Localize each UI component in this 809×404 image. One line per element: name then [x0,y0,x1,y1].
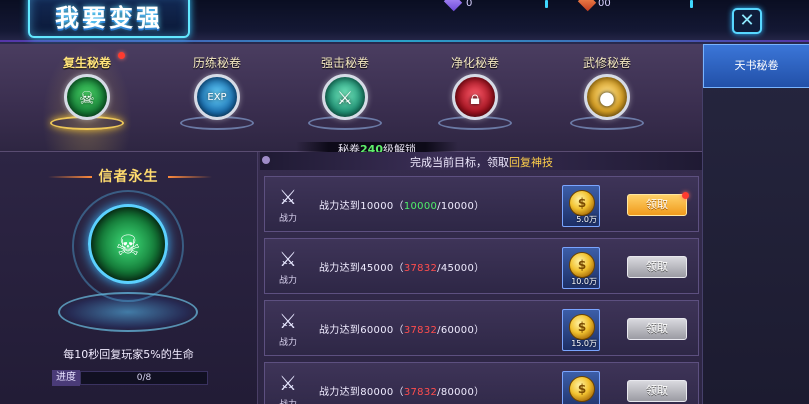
claim-label: 领取 [646,198,668,211]
claim-button[interactable]: 领取 [627,380,687,402]
orange-gem-icon [577,0,597,12]
golden-orb-icon: ● [584,74,630,120]
progress-bar: 0/8 [80,371,208,385]
tab-label: 强击秘卷 [320,56,369,70]
gold-coin-icon: $ [569,252,595,278]
goal-row: ⚔ 战力 战力达到80000（37832/80000） $ 领取 [264,362,699,404]
gold-coin-icon: $ [569,376,595,402]
crossed-swords-icon: ⚔ [279,185,297,209]
right-sidebar: 天书秘卷 [702,44,809,404]
goal-requirement: 战力达到80000（37832/80000） [319,387,485,398]
req-current: 10000 [403,201,438,212]
reward-amount: 5.0万 [576,215,597,224]
reward-slot[interactable]: $ 10.0万 [562,247,600,289]
skill-orb-icon: ☠ [88,204,168,284]
req-current: 37832 [403,263,438,274]
purple-gem-count: 0 [466,0,473,9]
progress-text: 0/8 [136,373,152,383]
main-panel: 复生秘卷 ☠ 历练秘卷 EXP 强击秘卷 ⚔ 净化秘卷 🔒︎ 武修秘卷 ● 秘卷… [0,44,702,404]
req-target-total: 80000 [440,387,475,398]
neon-divider [0,40,809,42]
claim-button[interactable]: 领取 [627,318,687,340]
crossed-swords-icon: ⚔ [279,309,297,333]
claim-label: 领取 [646,322,668,335]
reward-amount: 10.0万 [571,277,597,286]
goal-icon-label: 战力 [278,214,297,224]
tab-lilian[interactable]: 历练秘卷 EXP [172,44,262,150]
claim-button[interactable]: 领取 [627,256,687,278]
tab-label: 净化秘卷 [450,56,499,70]
req-target: 80000 [360,387,394,398]
goal-row: ⚔ 战力 战力达到60000（37832/60000） $ 15.0万 领取 [264,300,699,356]
tab-wuxiu[interactable]: 武修秘卷 ● [562,44,652,150]
gold-coin-icon: $ [569,314,595,340]
req-prefix: 战力达到 [319,325,361,336]
req-target-total: 60000 [440,325,475,336]
goal-header: 完成当前目标，领取回复神技 [260,152,702,170]
orange-gem-count: 00 [598,0,611,9]
notification-dot [682,192,689,199]
sword-orb-icon: ⚔ [322,74,368,120]
progress-label: 进度 [52,370,80,386]
claim-button[interactable]: 领取 [627,192,689,216]
req-prefix: 战力达到 [319,201,361,212]
tab-qiangji[interactable]: 强击秘卷 ⚔ [300,44,390,150]
page-title: 我要变强 [55,3,163,32]
goal-requirement: 战力达到10000（10000/10000） [319,201,485,212]
lock-orb-icon: 🔒︎ [452,74,498,120]
goal-message: 完成当前目标，领取回复神技 [410,154,553,170]
green-skull-orb-icon: ☠ [64,74,110,120]
skill-description: 每10秒回复玩家5%的生命 [63,348,194,361]
claim-label: 领取 [646,384,668,397]
req-prefix: 战力达到 [319,263,361,274]
goal-requirement: 战力达到45000（37832/45000） [319,263,485,274]
crossed-swords-icon: ⚔ [279,247,297,271]
req-prefix: 战力达到 [319,387,361,398]
reward-slot[interactable]: $ 15.0万 [562,309,600,351]
divider-tick [545,0,548,8]
gold-coin-icon: $ [569,190,595,216]
skill-name: 信者永生 [98,169,159,185]
sidebar-tab-tianshu[interactable]: 天书秘卷 [703,44,809,88]
close-icon[interactable]: ✕ [732,8,762,34]
claim-label: 领取 [646,260,668,273]
goal-icon-label: 战力 [275,397,301,404]
header-bullet-icon [262,156,270,164]
tab-fusheng[interactable]: 复生秘卷 ☠ [42,44,132,150]
req-target: 60000 [360,325,394,336]
title-plate: 我要变强 [28,0,190,38]
tab-jinghua[interactable]: 净化秘卷 🔒︎ [430,44,520,150]
tab-label: 武修秘卷 [582,56,631,70]
goal-icon-label: 战力 [278,276,297,286]
req-target: 45000 [360,263,394,274]
notification-dot [118,52,125,59]
req-current: 37832 [403,325,438,336]
top-bar: 我要变强 0 00 ✕ [0,0,809,44]
title-ornament [168,176,212,178]
reward-slot[interactable]: $ 5.0万 [562,185,600,227]
req-target-total: 45000 [440,263,475,274]
req-current: 37832 [403,387,438,398]
purple-gem-icon [443,0,463,12]
game-window: 我要变强 0 00 ✕ 复生秘卷 ☠ 历练秘卷 EXP 强击秘卷 ⚔ 净化秘卷 … [0,0,809,404]
sidebar-tab-label: 天书秘卷 [734,59,779,72]
goal-highlight: 回复神技 [509,156,553,169]
goal-requirement: 战力达到60000（37832/60000） [319,325,485,336]
req-target: 10000 [360,201,394,212]
reward-amount: 15.0万 [571,339,597,348]
exp-orb-icon: EXP [194,74,240,120]
skill-preview-panel: 信者永生 ☠ 每10秒回复玩家5%的生命 进度 0/8 [0,152,258,404]
divider-tick [690,0,693,8]
reward-slot[interactable]: $ [562,371,600,404]
goal-icon-label: 战力 [278,338,297,348]
goal-prefix: 完成当前目标，领取 [410,156,509,169]
scroll-tabs: 复生秘卷 ☠ 历练秘卷 EXP 强击秘卷 ⚔ 净化秘卷 🔒︎ 武修秘卷 ● [0,44,702,152]
goal-row: ⚔ 战力 战力达到10000（10000/10000） $ 5.0万 领取 [264,176,699,232]
goal-row: ⚔ 战力 战力达到45000（37832/45000） $ 10.0万 领取 [264,238,699,294]
crossed-swords-icon: ⚔ [279,371,297,395]
tab-label: 历练秘卷 [192,56,241,70]
req-target-total: 10000 [440,201,475,212]
